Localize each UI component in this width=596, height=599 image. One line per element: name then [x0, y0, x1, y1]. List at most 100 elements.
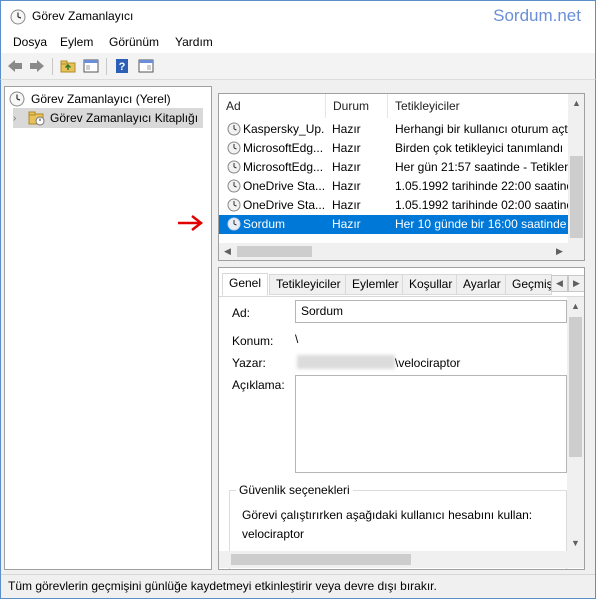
cell-name: Kaspersky_Up...: [243, 122, 325, 136]
security-text: Görevi çalıştırırken aşağıdaki kullanıcı…: [242, 508, 533, 522]
up-one-level-button[interactable]: [58, 56, 78, 76]
tab-scroll-right-icon[interactable]: ▶: [568, 275, 584, 292]
cell-status: Hazır: [332, 217, 361, 231]
details-horizontal-scrollbar[interactable]: [219, 551, 584, 568]
location-label: Konum:: [232, 334, 274, 348]
title-bar: Görev Zamanlayıcı Sordum.net: [0, 0, 596, 31]
task-clock-icon: [227, 198, 241, 212]
tab-gecmis[interactable]: Geçmiş: [505, 274, 552, 295]
cell-status: Hazır: [332, 122, 361, 136]
table-row[interactable]: OneDrive Sta... Hazır 1.05.1992 tarihind…: [219, 196, 568, 215]
cell-trigger: 1.05.1992 tarihinde 02:00 saatinde: [395, 198, 568, 212]
cell-trigger: Her 10 günde bir 16:00 saatinde: [395, 217, 567, 231]
task-clock-icon: [227, 141, 241, 155]
column-header-name[interactable]: Ad: [219, 94, 326, 118]
clock-icon: [9, 91, 25, 107]
tab-tetikleyiciler[interactable]: Tetikleyiciler: [269, 274, 348, 295]
menu-gorunum[interactable]: Görünüm: [109, 35, 159, 49]
tree-item-root[interactable]: Görev Zamanlayıcı (Yerel): [9, 89, 171, 109]
table-row[interactable]: Kaspersky_Up... Hazır Herhangi bir kulla…: [219, 120, 568, 139]
description-label: Açıklama:: [232, 378, 285, 392]
cell-trigger: Her gün 21:57 saatinde - Tetiklendi: [395, 160, 568, 174]
cell-status: Hazır: [332, 160, 361, 174]
cell-status: Hazır: [332, 141, 361, 155]
tab-ayarlar[interactable]: Ayarlar: [456, 274, 508, 295]
task-list: Ad Durum Tetikleyiciler Kaspersky_Up... …: [218, 93, 585, 261]
task-clock-icon: [227, 160, 241, 174]
help-button[interactable]: ?: [112, 56, 132, 76]
toolbar: ?: [0, 53, 596, 80]
folder-clock-icon: [28, 111, 45, 126]
menu-eylem[interactable]: Eylem: [60, 35, 93, 49]
author-value: \velociraptor: [395, 356, 461, 370]
account-value: velociraptor: [242, 527, 305, 541]
tasklist-horizontal-scrollbar[interactable]: ◀ ▶: [219, 243, 568, 260]
scroll-left-icon[interactable]: ◀: [219, 243, 236, 260]
forward-button[interactable]: [27, 56, 47, 76]
show-hide-tree-button[interactable]: [81, 56, 101, 76]
tree-item-label: Görev Zamanlayıcı (Yerel): [31, 92, 171, 106]
tab-eylemler[interactable]: Eylemler: [345, 274, 406, 295]
show-hide-tree-icon: [83, 59, 99, 73]
status-bar: Tüm görevlerin geçmişini günlüğe kaydetm…: [1, 574, 595, 598]
toolbar-separator: [52, 58, 53, 75]
details-pane: Genel Tetikleyiciler Eylemler Koşullar A…: [218, 267, 585, 570]
table-row[interactable]: MicrosoftEdg... Hazır Birden çok tetikle…: [219, 139, 568, 158]
help-icon: ?: [116, 59, 128, 73]
cell-name: Sordum: [243, 217, 286, 231]
window-title: Görev Zamanlayıcı: [32, 9, 134, 23]
scroll-right-icon[interactable]: ▶: [551, 243, 568, 260]
cell-name: OneDrive Sta...: [243, 179, 325, 193]
cell-status: Hazır: [332, 179, 361, 193]
toolbar-separator: [106, 58, 107, 75]
table-row[interactable]: OneDrive Sta... Hazır 1.05.1992 tarihind…: [219, 177, 568, 196]
table-row-selected[interactable]: Sordum Hazır Her 10 günde bir 16:00 saat…: [219, 215, 568, 234]
watermark: Sordum.net: [493, 6, 581, 25]
back-icon: [8, 60, 22, 72]
name-label: Ad:: [232, 306, 251, 320]
scroll-thumb[interactable]: [237, 246, 312, 257]
menu-yardim[interactable]: Yardım: [175, 35, 213, 49]
author-label: Yazar:: [232, 356, 266, 370]
column-header-triggers[interactable]: Tetikleyiciler: [388, 94, 569, 118]
cell-trigger: Herhangi bir kullanıcı oturum açtı: [395, 122, 568, 136]
expand-chevron-icon[interactable]: ›: [13, 113, 25, 124]
scroll-up-icon[interactable]: ▲: [568, 94, 584, 111]
security-group-title: Güvenlik seçenekleri: [236, 483, 353, 497]
author-redacted: [297, 355, 395, 369]
cell-name: OneDrive Sta...: [243, 198, 325, 212]
folder-up-icon: [60, 60, 76, 73]
cell-trigger: 1.05.1992 tarihinde 22:00 saatinde: [395, 179, 568, 193]
location-value: \: [295, 332, 299, 346]
cell-status: Hazır: [332, 198, 361, 212]
table-row[interactable]: MicrosoftEdg... Hazır Her gün 21:57 saat…: [219, 158, 568, 177]
task-clock-icon: [227, 179, 241, 193]
forward-icon: [30, 60, 44, 72]
task-clock-icon: [227, 122, 241, 136]
tab-scroll-left-icon[interactable]: ◀: [551, 275, 568, 292]
menu-bar: Dosya Eylem Görünüm Yardım: [0, 31, 596, 53]
status-text: Tüm görevlerin geçmişini günlüğe kaydetm…: [8, 579, 437, 593]
scroll-down-icon[interactable]: ▼: [567, 534, 584, 551]
scroll-thumb[interactable]: [231, 554, 411, 565]
scroll-thumb[interactable]: [570, 156, 583, 238]
show-hide-action-pane-button[interactable]: [136, 56, 156, 76]
tree-item-label: Görev Zamanlayıcı Kitaplığı: [50, 111, 199, 125]
task-clock-icon: [227, 217, 241, 231]
details-vertical-scrollbar[interactable]: ▲ ▼: [567, 297, 584, 551]
tree-item-library[interactable]: › Görev Zamanlayıcı Kitaplığı: [13, 108, 203, 128]
column-header-status[interactable]: Durum: [326, 94, 388, 118]
back-button[interactable]: [5, 56, 25, 76]
show-hide-action-pane-icon: [138, 59, 154, 73]
scroll-thumb[interactable]: [569, 317, 582, 457]
menu-dosya[interactable]: Dosya: [13, 35, 47, 49]
cell-name: MicrosoftEdg...: [243, 160, 324, 174]
tab-kosullar[interactable]: Koşullar: [402, 274, 460, 295]
svg-text:?: ?: [119, 61, 126, 73]
tab-divider: [219, 296, 584, 297]
scroll-up-icon[interactable]: ▲: [567, 297, 584, 314]
name-field[interactable]: Sordum: [295, 300, 567, 323]
tasklist-vertical-scrollbar[interactable]: ▲: [568, 94, 584, 260]
tab-genel[interactable]: Genel: [222, 273, 269, 296]
description-field[interactable]: [295, 375, 567, 473]
